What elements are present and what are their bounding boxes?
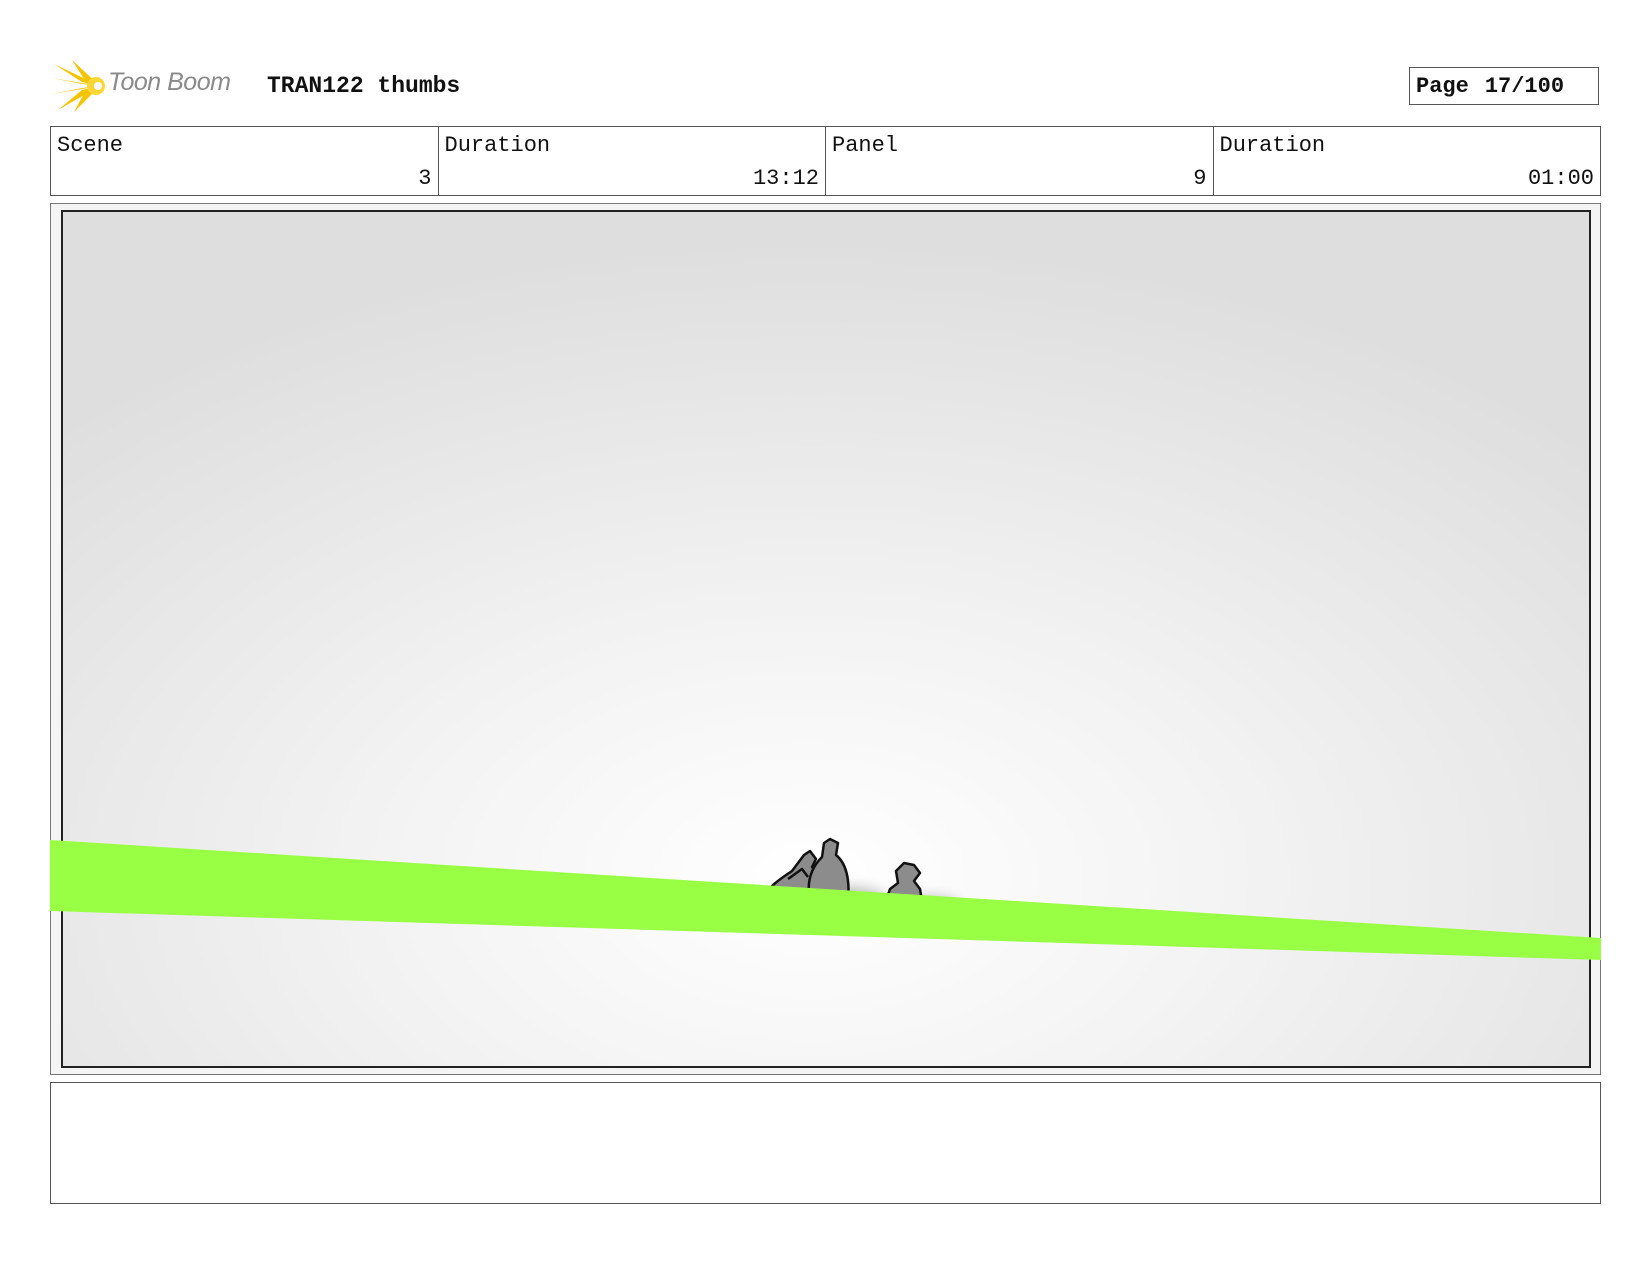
storyboard-panel-art xyxy=(50,203,1601,1075)
toon-boom-logo: Toon Boom xyxy=(52,60,252,112)
panel-info-table: Scene 3 Duration 13:12 Panel 9 Duration … xyxy=(50,126,1601,196)
scene-duration-label: Duration xyxy=(444,133,551,158)
panel-value: 9 xyxy=(1193,166,1207,191)
logo-text: Toon Boom xyxy=(108,68,231,96)
scene-cell: Scene 3 xyxy=(51,127,439,195)
panel-duration-label: Duration xyxy=(1219,133,1326,158)
scene-duration-value: 13:12 xyxy=(752,166,819,191)
scene-label: Scene xyxy=(57,133,124,158)
page-indicator: Page 17/100 xyxy=(1409,67,1599,105)
panel-notes-box[interactable] xyxy=(50,1082,1601,1204)
scene-value: 3 xyxy=(418,166,432,191)
panel-drawing xyxy=(50,837,1601,960)
panel-cell: Panel 9 xyxy=(826,127,1214,195)
panel-duration-cell: Duration 01:00 xyxy=(1214,127,1601,195)
page-value: 17/100 xyxy=(1484,73,1565,99)
panel-label: Panel xyxy=(832,133,899,158)
scene-duration-cell: Duration 13:12 xyxy=(439,127,826,195)
page-label: Page xyxy=(1416,73,1469,99)
panel-duration-value: 01:00 xyxy=(1527,166,1594,191)
project-title: TRAN122 thumbs xyxy=(267,73,461,99)
logo-burst-icon xyxy=(52,60,105,112)
